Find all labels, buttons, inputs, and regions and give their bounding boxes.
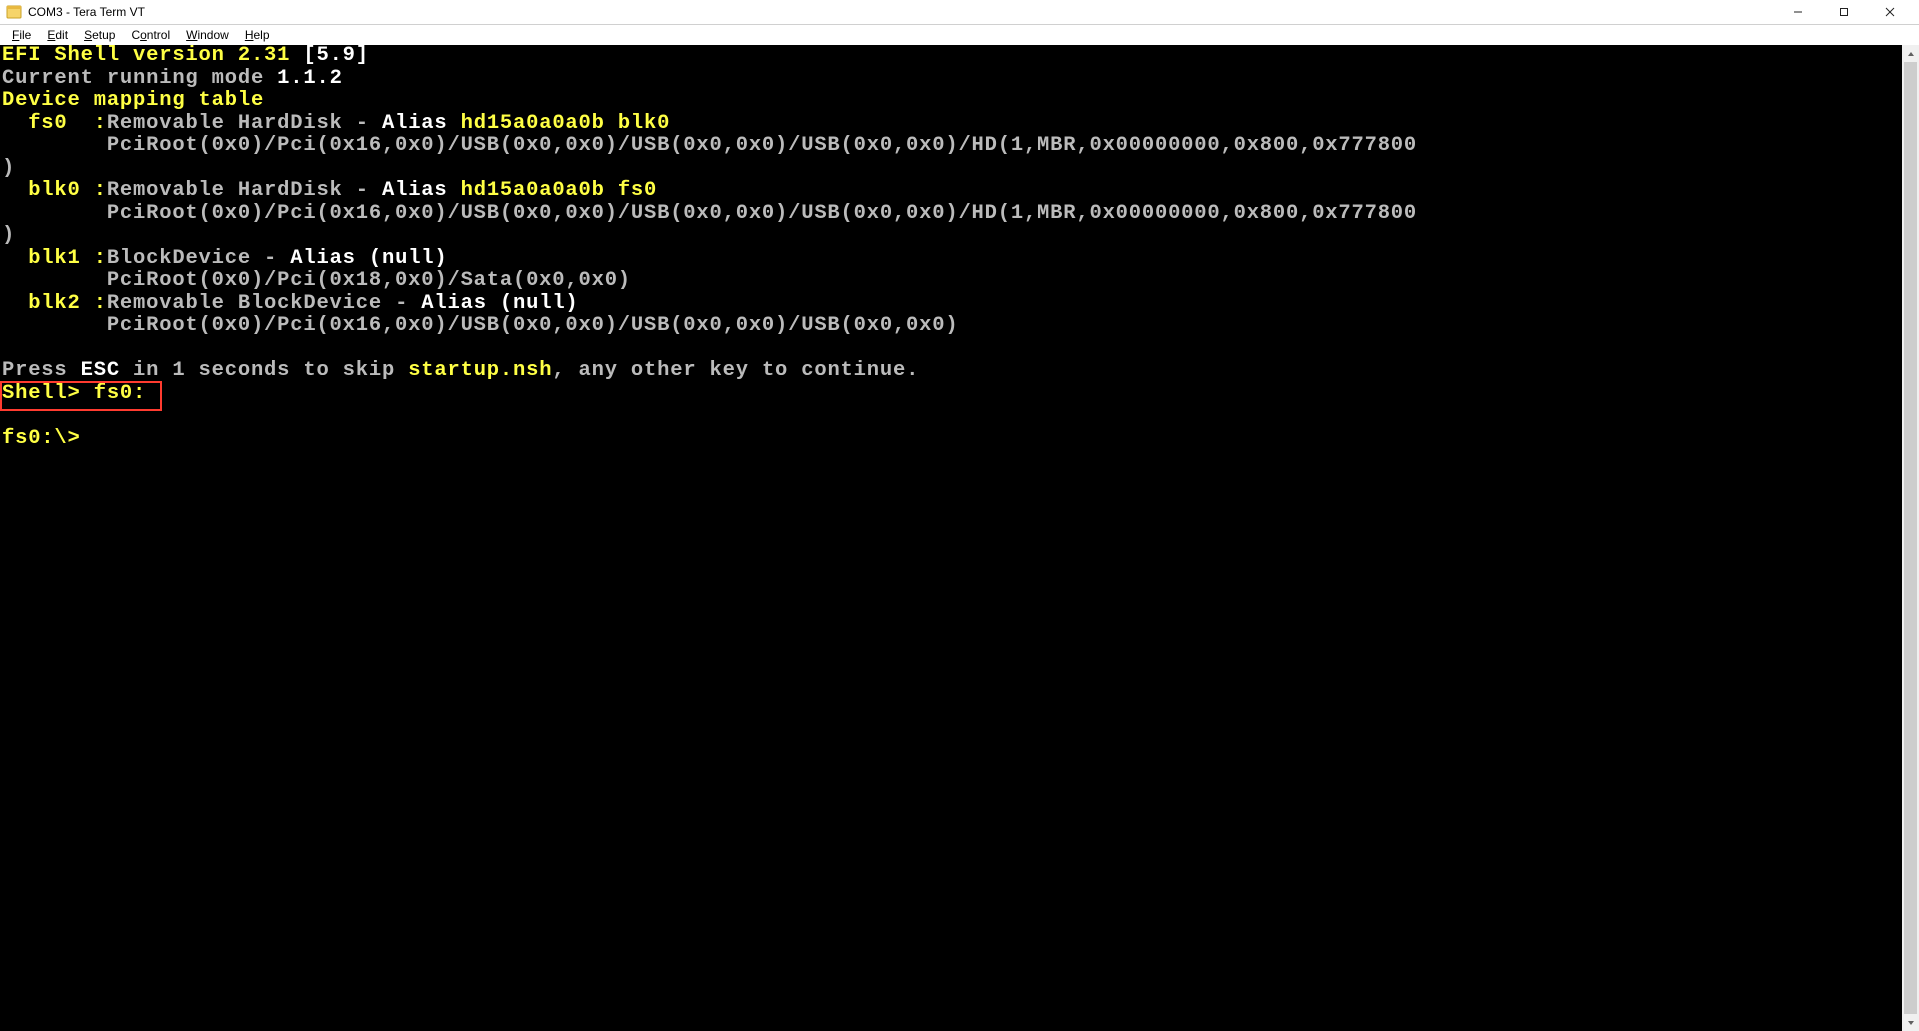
window-title: COM3 - Tera Term VT bbox=[28, 5, 145, 19]
menu-window[interactable]: Window bbox=[178, 26, 237, 44]
blk1-alias: (null) bbox=[369, 247, 448, 270]
blk0-alias: hd15a0a0a0b fs0 bbox=[461, 179, 658, 202]
fs0-type: Removable HardDisk - bbox=[107, 112, 382, 135]
fs0-path: PciRoot(0x0)/Pci(0x16,0x0)/USB(0x0,0x0)/… bbox=[2, 134, 1417, 157]
vertical-scrollbar[interactable] bbox=[1902, 45, 1919, 1031]
blk1-type: BlockDevice - bbox=[107, 247, 290, 270]
menu-bar: File Edit Setup Control Window Help bbox=[0, 25, 1919, 45]
press-prefix: Press bbox=[2, 359, 81, 382]
blk0-alias-label: Alias bbox=[382, 179, 461, 202]
blk2-type: Removable BlockDevice - bbox=[107, 292, 421, 315]
menu-setup[interactable]: Setup bbox=[76, 26, 123, 44]
fs0-alias: hd15a0a0a0b blk0 bbox=[461, 112, 671, 135]
shell-prompt: Shell> bbox=[2, 382, 94, 405]
blk1-label: blk1 : bbox=[2, 247, 107, 270]
window-root: COM3 - Tera Term VT File Edit Setup Cont… bbox=[0, 0, 1919, 1031]
press-esc: ESC bbox=[81, 359, 120, 382]
blk2-label: blk2 : bbox=[2, 292, 107, 315]
close-button[interactable] bbox=[1867, 0, 1913, 25]
fs0-alias-label: Alias bbox=[382, 112, 461, 135]
menu-help[interactable]: Help bbox=[237, 26, 278, 44]
fs0-label: fs0 : bbox=[2, 112, 107, 135]
press-mid: in 1 seconds to skip bbox=[120, 359, 408, 382]
scroll-up-button[interactable] bbox=[1902, 45, 1919, 62]
scroll-track[interactable] bbox=[1902, 62, 1919, 1014]
minimize-button[interactable] bbox=[1775, 0, 1821, 25]
shell-cmd: fs0: bbox=[94, 382, 146, 405]
maximize-button[interactable] bbox=[1821, 0, 1867, 25]
menu-edit[interactable]: Edit bbox=[39, 26, 76, 44]
blk1-path: PciRoot(0x0)/Pci(0x18,0x0)/Sata(0x0,0x0) bbox=[2, 269, 631, 292]
menu-file[interactable]: File bbox=[4, 26, 39, 44]
mode-label: Current running mode bbox=[2, 67, 277, 90]
blk1-alias-label: Alias bbox=[290, 247, 369, 270]
mode-value: 1.1.2 bbox=[277, 67, 343, 90]
blk2-alias-label: Alias bbox=[421, 292, 500, 315]
blk2-alias: (null) bbox=[500, 292, 579, 315]
menu-control-label: Control bbox=[131, 28, 170, 42]
mapping-header: Device mapping table bbox=[2, 89, 264, 112]
fs0-prompt: fs0:\> bbox=[2, 427, 94, 450]
shell-version-bracket: [5.9] bbox=[303, 45, 369, 67]
terminal-area: EFI Shell version 2.31 [5.9] Current run… bbox=[0, 45, 1919, 1031]
blk2-path: PciRoot(0x0)/Pci(0x16,0x0)/USB(0x0,0x0)/… bbox=[2, 314, 958, 337]
press-suffix: , any other key to continue. bbox=[552, 359, 919, 382]
scroll-thumb[interactable] bbox=[1904, 62, 1917, 1014]
terminal[interactable]: EFI Shell version 2.31 [5.9] Current run… bbox=[0, 45, 1902, 1031]
title-bar[interactable]: COM3 - Tera Term VT bbox=[0, 0, 1919, 25]
blk0-label: blk0 : bbox=[2, 179, 107, 202]
blk0-path: PciRoot(0x0)/Pci(0x16,0x0)/USB(0x0,0x0)/… bbox=[2, 202, 1417, 225]
scroll-down-button[interactable] bbox=[1902, 1014, 1919, 1031]
app-icon bbox=[6, 4, 22, 20]
blk0-type: Removable HardDisk - bbox=[107, 179, 382, 202]
window-controls bbox=[1775, 0, 1913, 25]
blk0-paren: ) bbox=[2, 224, 15, 247]
press-file: startup.nsh bbox=[408, 359, 552, 382]
menu-control[interactable]: Control bbox=[123, 26, 178, 44]
shell-version-prefix: EFI Shell version 2.31 bbox=[2, 45, 303, 67]
fs0-paren: ) bbox=[2, 157, 15, 180]
